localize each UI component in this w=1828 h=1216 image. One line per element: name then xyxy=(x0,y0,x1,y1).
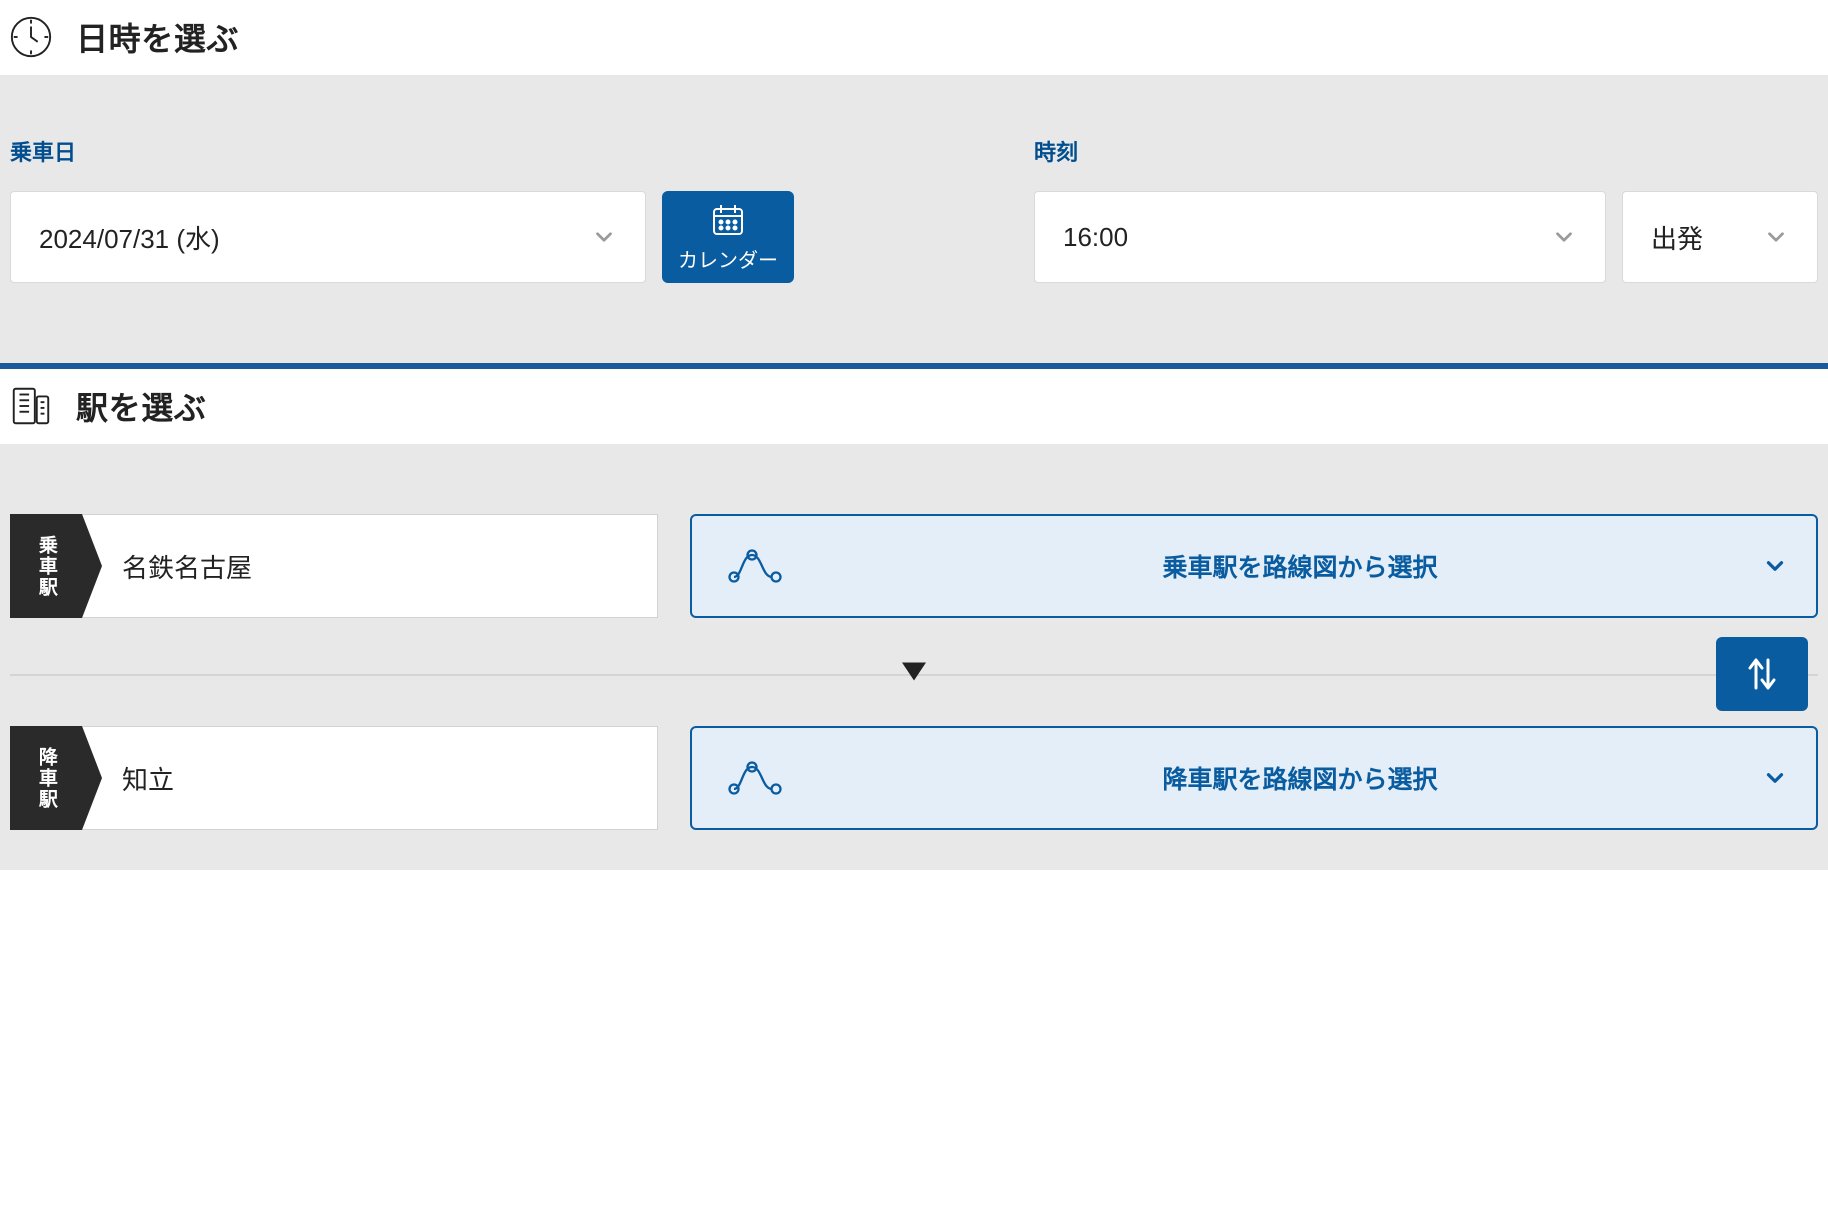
station-title: 駅を選ぶ xyxy=(76,383,207,429)
date-value: 2024/07/31 (水) xyxy=(39,219,220,256)
calendar-icon xyxy=(710,202,746,238)
time-value: 16:00 xyxy=(1063,222,1128,253)
route-map-icon xyxy=(728,547,782,585)
station-section-header: 駅を選ぶ xyxy=(0,369,1828,444)
depart-arrive-select[interactable]: 出発 xyxy=(1622,191,1818,283)
chevron-down-icon xyxy=(591,224,617,250)
alighting-route-map-button[interactable]: 降車駅を路線図から選択 xyxy=(690,726,1818,830)
swap-row xyxy=(10,642,1818,706)
alighting-value: 知立 xyxy=(122,760,174,797)
alighting-input[interactable]: 知立 xyxy=(82,726,658,830)
boarding-route-map-button[interactable]: 乗車駅を路線図から選択 xyxy=(690,514,1818,618)
datetime-title: 日時を選ぶ xyxy=(76,14,239,60)
boarding-tag: 乗車駅 xyxy=(10,514,82,618)
swap-stations-button[interactable] xyxy=(1716,637,1808,711)
boarding-value: 名鉄名古屋 xyxy=(122,548,252,585)
time-select[interactable]: 16:00 xyxy=(1034,191,1606,283)
alighting-tag: 降車駅 xyxy=(10,726,82,830)
chevron-down-icon xyxy=(1763,224,1789,250)
date-select[interactable]: 2024/07/31 (水) xyxy=(10,191,646,283)
direction-arrow-icon xyxy=(898,659,930,690)
route-map-icon xyxy=(728,759,782,797)
chevron-down-icon xyxy=(1762,553,1788,579)
alighting-choose-label: 降車駅を路線図から選択 xyxy=(820,760,1780,796)
date-label: 乗車日 xyxy=(10,135,794,167)
boarding-field: 乗車駅 名鉄名古屋 xyxy=(10,514,658,618)
boarding-choose-label: 乗車駅を路線図から選択 xyxy=(820,548,1780,584)
alighting-field: 降車駅 知立 xyxy=(10,726,658,830)
time-label: 時刻 xyxy=(1034,135,1818,167)
calendar-label: カレンダー xyxy=(678,244,778,273)
station-panel: 乗車駅 名鉄名古屋 乗車駅を路線図から選択 降車駅 xyxy=(0,444,1828,870)
boarding-input[interactable]: 名鉄名古屋 xyxy=(82,514,658,618)
calendar-button[interactable]: カレンダー xyxy=(662,191,794,283)
station-icon xyxy=(8,383,54,429)
swap-icon xyxy=(1745,654,1779,694)
datetime-section-header: 日時を選ぶ xyxy=(0,0,1828,75)
clock-icon xyxy=(8,14,54,60)
chevron-down-icon xyxy=(1551,224,1577,250)
datetime-panel: 乗車日 2024/07/31 (水) カレンダー 時刻 xyxy=(0,75,1828,363)
depart-arrive-value: 出発 xyxy=(1651,219,1703,256)
chevron-down-icon xyxy=(1762,765,1788,791)
